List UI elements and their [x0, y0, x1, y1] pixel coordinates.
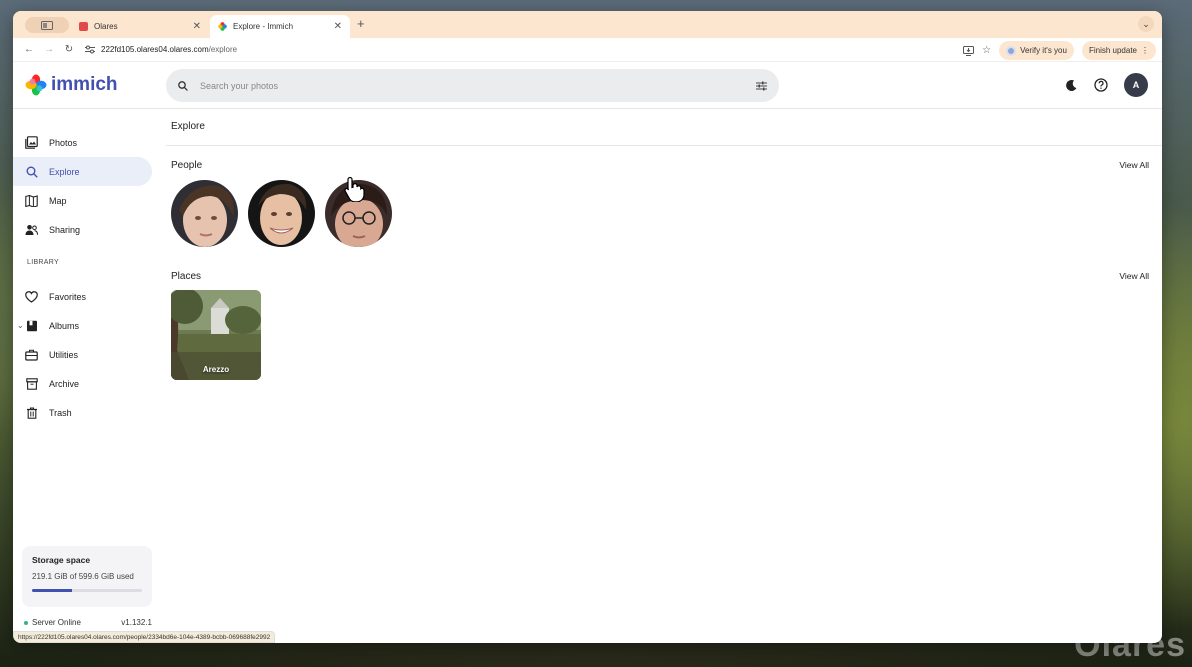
map-icon	[25, 194, 38, 207]
immich-favicon-icon	[218, 22, 227, 31]
url-field[interactable]: 222fd105.olares04.olares.com/explore	[85, 45, 237, 54]
finish-update-label: Finish update	[1088, 46, 1137, 55]
sidebar-item-favorites[interactable]: Favorites	[13, 282, 152, 311]
profile-icon	[1006, 45, 1017, 56]
back-arrow-icon[interactable]: ←	[19, 44, 39, 55]
tab-olares[interactable]: Olares ✕	[71, 15, 209, 38]
places-section-title: Places	[171, 271, 202, 282]
url-host: 222fd105.olares04.olares.com	[101, 45, 209, 54]
site-settings-icon[interactable]	[85, 45, 95, 54]
search-filter-icon[interactable]	[756, 81, 767, 91]
sidebar-item-sharing[interactable]: Sharing	[13, 215, 152, 244]
server-status: Server Online v1.132.1	[24, 618, 152, 627]
tab-group-icon	[41, 20, 53, 30]
status-url-tooltip: https://222fd105.olares04.olares.com/peo…	[13, 631, 276, 643]
sidebar-item-label: Sharing	[49, 224, 81, 235]
hand-pointer-cursor-icon	[344, 176, 365, 202]
people-section-title: People	[171, 160, 203, 171]
verify-button[interactable]: Verify it's you	[999, 41, 1074, 60]
person-face-image	[248, 180, 315, 247]
sidebar-item-label: Archive	[49, 378, 80, 389]
tab-search-button[interactable]	[25, 17, 69, 33]
dark-mode-moon-icon[interactable]	[1065, 79, 1078, 92]
immich-logo[interactable]: immich	[25, 74, 118, 96]
storage-panel: Storage space 219.1 GiB of 599.6 GiB use…	[22, 546, 152, 607]
main-content: Explore People View All Places View All …	[166, 109, 1162, 643]
logo-text: immich	[51, 74, 118, 95]
search-input[interactable]	[200, 80, 756, 91]
person-thumbnail[interactable]	[171, 180, 238, 247]
sidebar-item-photos[interactable]: Photos	[13, 128, 152, 157]
person-thumbnail[interactable]	[248, 180, 315, 247]
browser-window: Olares ✕ Explore - Immich ✕ + ⌄ ← → ↻ 22…	[13, 11, 1162, 643]
close-icon[interactable]: ✕	[334, 21, 342, 32]
photos-icon	[25, 136, 38, 149]
sharing-icon	[25, 223, 38, 236]
sidebar-item-label: Albums	[49, 320, 80, 331]
library-section-label: LIBRARY	[27, 259, 59, 266]
page-title: Explore	[171, 121, 205, 132]
server-version[interactable]: v1.132.1	[121, 618, 152, 627]
storage-progress-fill	[32, 589, 73, 592]
search-icon	[25, 165, 38, 178]
tab-bar: Olares ✕ Explore - Immich ✕ + ⌄	[13, 11, 1162, 38]
url-path: /explore	[208, 45, 238, 54]
help-icon[interactable]	[1094, 78, 1108, 92]
sidebar-item-label: Explore	[49, 166, 80, 177]
tab-label: Olares	[94, 22, 118, 31]
immich-logo-icon	[25, 74, 47, 96]
toolbox-icon	[25, 348, 38, 361]
tab-label: Explore - Immich	[233, 22, 294, 31]
search-bar[interactable]	[166, 69, 779, 102]
address-bar: ← → ↻ 222fd105.olares04.olares.com/explo…	[13, 38, 1162, 62]
reload-icon[interactable]: ↻	[59, 44, 79, 55]
chevron-down-icon[interactable]: ⌄	[17, 321, 24, 330]
sidebar-item-albums[interactable]: ⌄ Albums	[13, 311, 152, 340]
finish-update-button[interactable]: Finish update ⋮	[1081, 41, 1156, 60]
sidebar-item-label: Utilities	[49, 349, 79, 360]
verify-label: Verify it's you	[1020, 46, 1067, 55]
trash-icon	[25, 406, 38, 419]
forward-arrow-icon[interactable]: →	[39, 44, 59, 55]
archive-icon	[25, 377, 38, 390]
place-label: Arezzo	[202, 365, 230, 374]
bookmark-star-icon[interactable]: ☆	[982, 45, 991, 56]
sidebar-item-archive[interactable]: Archive	[13, 369, 152, 398]
storage-progress-bar	[32, 589, 142, 592]
albums-icon	[25, 319, 38, 332]
search-icon	[178, 80, 188, 91]
sidebar-item-explore[interactable]: Explore	[13, 157, 152, 186]
storage-used-text: 219.1 GiB of 599.6 GiB used	[32, 572, 134, 581]
storage-title: Storage space	[32, 555, 91, 565]
tab-list-chevron-icon[interactable]: ⌄	[1138, 16, 1154, 32]
person-face-image	[171, 180, 238, 247]
places-view-all-link[interactable]: View All	[1119, 271, 1149, 281]
sidebar-item-label: Map	[49, 195, 67, 206]
sidebar-item-map[interactable]: Map	[13, 186, 152, 215]
more-vert-icon[interactable]: ⋮	[1141, 46, 1149, 55]
sidebar-item-label: Photos	[49, 137, 78, 148]
olares-favicon-icon	[79, 22, 88, 31]
app-header: immich A	[13, 62, 1162, 109]
online-status-dot	[24, 620, 28, 625]
place-card[interactable]: Arezzo	[171, 290, 261, 380]
install-app-icon[interactable]	[963, 45, 975, 56]
close-icon[interactable]: ✕	[193, 21, 201, 32]
header-divider	[166, 145, 1162, 146]
user-avatar-button[interactable]: A	[1124, 73, 1148, 97]
heart-icon	[25, 290, 38, 303]
people-view-all-link[interactable]: View All	[1119, 160, 1149, 170]
immich-app: immich A Photos Explore	[13, 62, 1162, 643]
sidebar-item-label: Favorites	[49, 291, 87, 302]
server-status-label: Server Online	[32, 618, 81, 627]
sidebar-item-trash[interactable]: Trash	[13, 398, 152, 427]
new-tab-button[interactable]: +	[357, 16, 365, 31]
sidebar-item-label: Trash	[49, 407, 72, 418]
tab-explore-immich[interactable]: Explore - Immich ✕	[210, 15, 350, 38]
sidebar: Photos Explore Map Sharing LIBRARY Favor…	[13, 109, 163, 643]
sidebar-item-utilities[interactable]: Utilities	[13, 340, 152, 369]
